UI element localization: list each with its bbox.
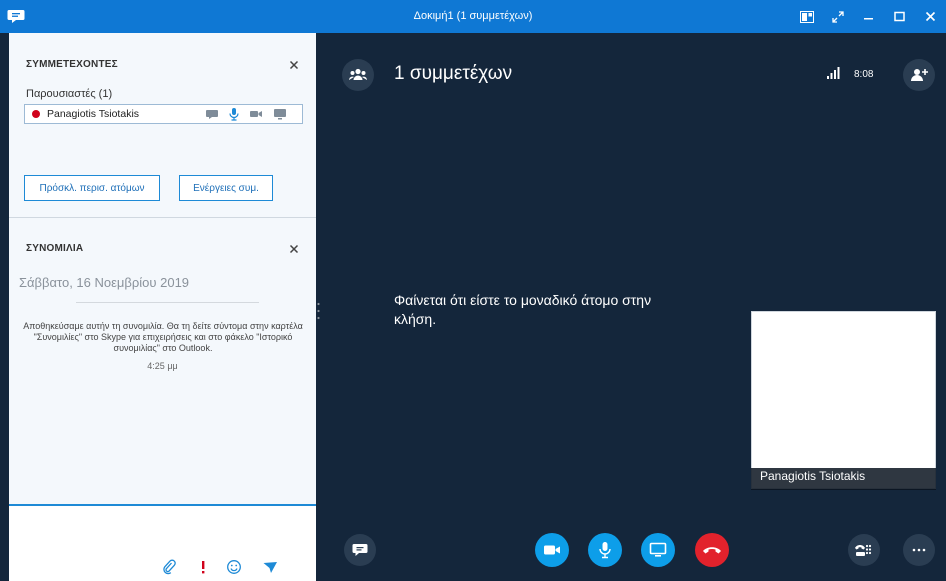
ellipsis-icon — [912, 548, 926, 552]
video-camera-icon — [544, 545, 560, 555]
side-panel: ΣΥΜΜΕΤΕΧΟΝΤΕΣ Παρουσιαστές (1) Panagioti… — [9, 33, 320, 581]
more-options-button[interactable] — [903, 534, 935, 566]
presenters-heading: Παρουσιαστές (1) — [26, 88, 113, 100]
resize-grip-icon[interactable] — [317, 301, 320, 321]
call-duration: 8:08 — [854, 69, 874, 80]
layout-toggle-button[interactable] — [791, 0, 822, 33]
participant-count: 1 συμμετέχων — [394, 63, 513, 84]
close-icon — [925, 11, 936, 22]
message-timestamp: 4:25 μμ — [147, 361, 178, 371]
chat-bubble-icon — [352, 544, 368, 556]
participant-name: Panagiotis Tsiotakis — [47, 108, 140, 120]
add-person-icon — [911, 69, 928, 81]
close-conversation-icon[interactable] — [288, 243, 300, 255]
call-stage: 1 συμμετέχων 8:08 Φαίνεται ότι είστε το … — [324, 33, 946, 581]
show-participants-button[interactable] — [342, 59, 374, 91]
fullscreen-button[interactable] — [822, 0, 853, 33]
layout-icon — [799, 10, 814, 23]
hang-up-button[interactable] — [695, 533, 729, 567]
add-people-button[interactable] — [903, 59, 935, 91]
self-video-preview[interactable] — [751, 311, 936, 489]
participant-mic-icon — [229, 108, 239, 121]
participant-chat-icon — [206, 110, 218, 119]
present-content-button[interactable] — [641, 533, 675, 567]
people-icon — [349, 68, 367, 80]
presence-status-icon — [32, 110, 40, 118]
monitor-icon — [649, 542, 667, 557]
participants-heading: ΣΥΜΜΕΤΕΧΟΝΤΕΣ — [26, 59, 118, 70]
self-video-name: Panagiotis Tsiotakis — [760, 469, 866, 483]
video-button[interactable] — [535, 533, 569, 567]
maximize-icon — [894, 11, 905, 22]
participant-actions-button[interactable]: Ενέργειες συμ. — [179, 175, 273, 201]
invite-more-people-button[interactable]: Πρόσκλ. περισ. ατόμων — [24, 175, 160, 201]
date-separator — [76, 302, 259, 303]
microphone-icon — [599, 542, 611, 559]
signal-strength-icon[interactable] — [827, 67, 841, 79]
minimize-button[interactable] — [853, 0, 884, 33]
call-controls-button[interactable] — [848, 534, 880, 566]
conversation-heading: ΣΥΝΟΜΙΛΙΑ — [26, 243, 84, 254]
expand-icon — [831, 10, 844, 23]
maximize-button[interactable] — [884, 0, 915, 33]
close-window-button[interactable] — [915, 0, 946, 33]
phone-dialpad-icon — [855, 544, 872, 556]
minimize-icon — [864, 18, 873, 20]
hang-up-phone-icon — [703, 547, 721, 554]
mute-button[interactable] — [588, 533, 622, 567]
open-chat-button[interactable] — [344, 534, 376, 566]
high-importance-icon[interactable] — [195, 559, 211, 575]
alone-in-call-message: Φαίνεται ότι είστε το μοναδικό άτομο στη… — [394, 292, 652, 327]
title-bar: Δοκιμή1 (1 συμμετέχων) — [0, 0, 946, 33]
conversation-saved-notice: Αποθηκεύσαμε αυτήν τη συνομιλία. Θα τη δ… — [23, 321, 303, 353]
participant-video-icon — [250, 111, 262, 117]
close-participants-icon[interactable] — [288, 59, 300, 71]
conversation-date: Σάββατο, 16 Νοεμβρίου 2019 — [19, 275, 190, 290]
panel-divider — [9, 217, 316, 218]
participant-row[interactable]: Panagiotis Tsiotakis — [24, 104, 303, 124]
attachment-icon[interactable] — [161, 559, 177, 575]
send-icon[interactable] — [262, 559, 278, 575]
emoticon-icon[interactable] — [226, 559, 242, 575]
participant-screen-icon — [274, 109, 286, 120]
